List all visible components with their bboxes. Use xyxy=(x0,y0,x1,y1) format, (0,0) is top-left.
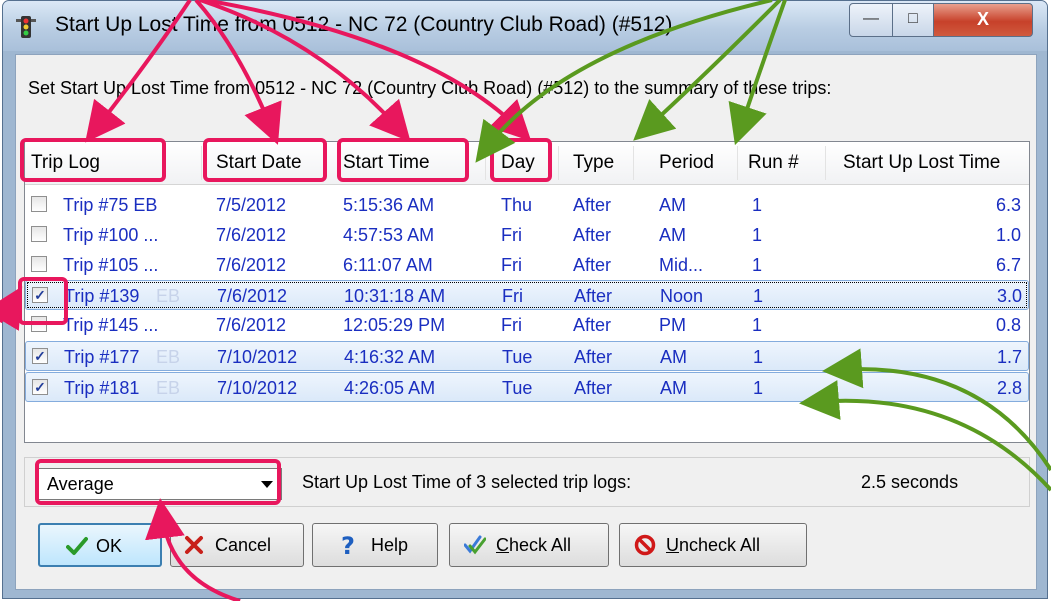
annotation-arrows xyxy=(0,0,1051,601)
